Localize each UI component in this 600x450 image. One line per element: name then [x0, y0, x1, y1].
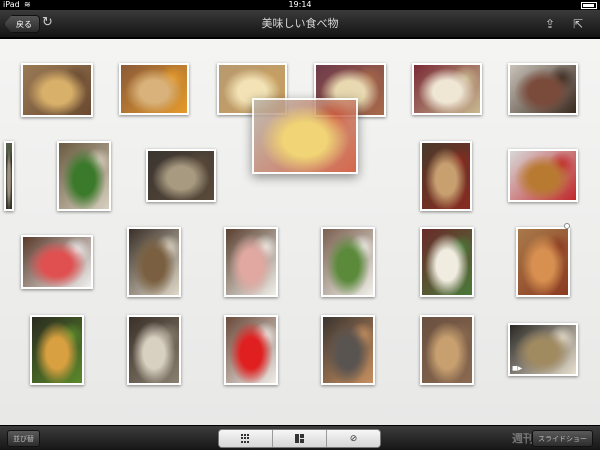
herb-salad-photo[interactable]: [57, 141, 111, 211]
sort-button[interactable]: 並び替: [7, 430, 40, 447]
clock: 19:14: [288, 0, 312, 9]
compass-icon: ⊘: [349, 433, 358, 444]
bento-box-photo[interactable]: [420, 141, 472, 211]
slideshow-button[interactable]: スライドショー: [532, 430, 593, 447]
watermark-logo: 週刊: [512, 432, 534, 445]
album-title: 美味しい食べ物: [261, 17, 339, 30]
oysters-photo[interactable]: [146, 149, 216, 202]
grid-view-tab[interactable]: [219, 430, 273, 447]
decorated-plate-photo[interactable]: [420, 227, 474, 297]
status-bar: iPad ≋ 19:14: [0, 0, 600, 10]
sushi-plate-photo[interactable]: [127, 227, 181, 297]
partial-photo[interactable]: [4, 141, 14, 211]
baked-goods-photo[interactable]: [420, 315, 474, 385]
view-mode-segmented-control: ⊘: [218, 429, 381, 448]
video-thumb-photo[interactable]: ■▶: [508, 323, 578, 376]
dolls-photo[interactable]: [224, 315, 278, 385]
pizza-photo[interactable]: [516, 227, 570, 297]
location-pin-icon: [564, 223, 570, 229]
battery-icon: [581, 2, 597, 9]
grid-icon: [241, 434, 250, 443]
navigation-bar: 戻る ↻ 美味しい食べ物 ⇪ ⇱: [0, 10, 600, 38]
compass-view-tab[interactable]: ⊘: [327, 430, 380, 447]
bottom-toolbar: 並び替 ⊘ 週刊 スライドショー: [0, 425, 600, 450]
photo-canvas: ■▶: [0, 39, 600, 425]
refresh-icon[interactable]: ↻: [42, 15, 56, 31]
ham-plate-photo[interactable]: [224, 227, 278, 297]
taiyaki-photo[interactable]: [508, 149, 578, 202]
grill-table-photo[interactable]: [321, 315, 375, 385]
back-button[interactable]: 戻る: [4, 15, 40, 33]
fried-food-photo[interactable]: [30, 315, 84, 385]
soft-serve-photo[interactable]: [127, 315, 181, 385]
mosaic-view-tab[interactable]: [273, 430, 327, 447]
import-icon[interactable]: ⇪: [541, 16, 559, 32]
potato-food-photo[interactable]: [21, 63, 93, 117]
tuna-sashimi-photo[interactable]: [21, 235, 93, 289]
pear-photo[interactable]: [119, 63, 189, 115]
share-icon[interactable]: ⇱: [569, 16, 587, 32]
soup-cup-photo[interactable]: [412, 63, 482, 115]
grilled-fish-photo[interactable]: [508, 63, 578, 115]
video-camera-icon: ■▶: [512, 365, 523, 372]
hamburg-plate-photo[interactable]: [321, 227, 375, 297]
omelet-plate-photo[interactable]: [252, 98, 358, 174]
mosaic-icon: [295, 434, 304, 443]
